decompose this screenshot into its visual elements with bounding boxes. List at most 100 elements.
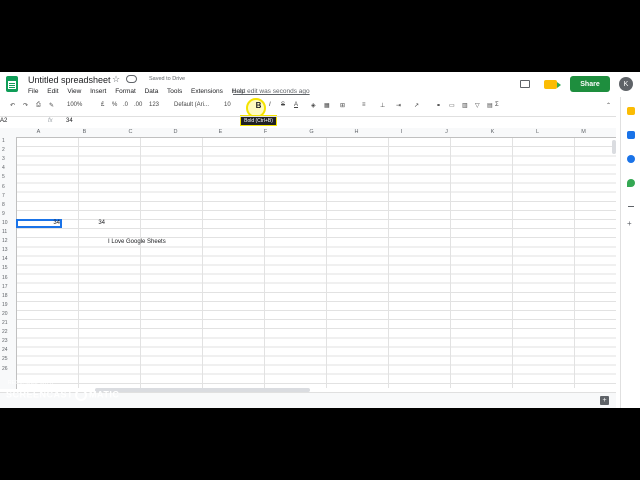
vertical-align-icon[interactable]: ⊥ [380,102,385,109]
row-header-7[interactable]: 7 [2,193,14,199]
row-header-1[interactable]: 1 [2,138,14,144]
row-header-20[interactable]: 20 [2,311,14,317]
column-header-e[interactable]: E [198,129,243,135]
row-header-21[interactable]: 21 [2,320,14,326]
column-header-h[interactable]: H [334,129,379,135]
row-header-25[interactable]: 25 [2,356,14,362]
menu-tools[interactable]: Tools [167,88,182,95]
paint-format-icon[interactable]: ✎ [49,102,54,109]
row-header-12[interactable]: 12 [2,238,14,244]
cell-C4[interactable]: I Love Google Sheets [108,239,166,245]
text-color-button[interactable]: A [294,102,298,108]
row-header-19[interactable]: 19 [2,302,14,308]
print-icon[interactable]: ⎙ [36,102,41,109]
strikethrough-button[interactable]: S [281,102,285,108]
cloud-saved-icon [126,75,137,83]
row-header-16[interactable]: 16 [2,275,14,281]
text-rotation-icon[interactable]: ↗ [414,102,419,109]
column-header-i[interactable]: I [379,129,424,135]
divider [628,206,634,207]
row-header-9[interactable]: 9 [2,211,14,217]
column-header-f[interactable]: F [243,129,288,135]
menu-file[interactable]: File [28,88,38,95]
insert-comment-icon[interactable]: ▭ [449,102,455,109]
row-header-17[interactable]: 17 [2,284,14,290]
comment-icon[interactable] [520,80,530,88]
currency-button[interactable]: £ [101,102,104,108]
row-header-8[interactable]: 8 [2,202,14,208]
cell-B2[interactable]: 34 [62,220,105,226]
percent-button[interactable]: % [112,102,117,108]
row-header-6[interactable]: 6 [2,184,14,190]
row-header-22[interactable]: 22 [2,329,14,335]
row-header-5[interactable]: 5 [2,174,14,180]
vertical-scrollbar[interactable] [612,140,616,154]
collapse-toolbar-icon[interactable]: ⌃ [606,102,611,109]
column-header-a[interactable]: A [16,129,61,135]
column-header-l[interactable]: L [515,129,560,135]
filter-views-icon[interactable]: ▤ [487,102,493,109]
sheets-logo-icon[interactable] [6,76,18,92]
star-icon[interactable]: ☆ [112,74,120,85]
text-wrap-icon[interactable]: ⇥ [396,102,401,109]
zoom-select[interactable]: 100% [67,102,82,108]
row-header-24[interactable]: 24 [2,347,14,353]
row-header-15[interactable]: 15 [2,265,14,271]
column-header-d[interactable]: D [153,129,198,135]
row-header-10[interactable]: 10 [2,220,14,226]
insert-chart-icon[interactable]: ▥ [462,102,468,109]
menu-edit[interactable]: Edit [47,88,58,95]
add-on-icon[interactable]: + [627,220,635,228]
font-size-select[interactable]: 10 [224,102,231,108]
row-header-13[interactable]: 13 [2,247,14,253]
increase-decimal-button[interactable]: .00 [134,102,142,108]
avatar[interactable]: K [619,77,633,91]
formula-input[interactable]: 34 [66,118,73,124]
explore-icon[interactable]: + [600,396,609,405]
document-title[interactable]: Untitled spreadsheet [28,75,111,85]
font-select[interactable]: Default (Ari... [174,102,209,108]
contacts-icon[interactable] [627,155,635,163]
link-icon[interactable]: ⚭ [436,102,441,109]
cell-grid[interactable] [0,128,616,388]
row-header-11[interactable]: 11 [2,229,14,235]
column-header-c[interactable]: C [108,129,153,135]
redo-icon[interactable]: ↷ [23,102,28,109]
row-header-14[interactable]: 14 [2,256,14,262]
decrease-decimal-button[interactable]: .0 [123,102,128,108]
last-edit-link[interactable]: Last edit was seconds ago [233,88,310,95]
row-header-2[interactable]: 2 [2,147,14,153]
row-header-3[interactable]: 3 [2,156,14,162]
menu-view[interactable]: View [67,88,81,95]
column-header-b[interactable]: B [62,129,107,135]
meet-icon[interactable] [544,80,561,89]
column-header-m[interactable]: M [561,129,606,135]
borders-icon[interactable]: ▦ [324,102,330,109]
row-header-23[interactable]: 23 [2,338,14,344]
menu-data[interactable]: Data [145,88,159,95]
row-header-18[interactable]: 18 [2,293,14,299]
column-header-g[interactable]: G [289,129,334,135]
keep-icon[interactable] [627,107,635,115]
name-box[interactable]: A2 [0,118,7,124]
fill-color-icon[interactable]: ◈ [311,102,316,109]
share-button[interactable]: Share [570,76,610,92]
merge-cells-icon[interactable]: ⊞ [340,102,345,109]
italic-button[interactable]: I [269,102,271,108]
undo-icon[interactable]: ↶ [10,102,15,109]
horizontal-align-icon[interactable]: ≡ [362,102,366,108]
more-formats-button[interactable]: 123 [149,102,159,108]
row-header-4[interactable]: 4 [2,165,14,171]
filter-icon[interactable]: ▽ [475,102,480,109]
row-header-26[interactable]: 26 [2,366,14,372]
column-header-k[interactable]: K [470,129,515,135]
column-header-j[interactable]: J [424,129,469,135]
bold-button[interactable]: B [253,101,264,114]
cell-A2[interactable]: 34 [16,220,60,226]
menu-extensions[interactable]: Extensions [191,88,223,95]
menu-insert[interactable]: Insert [90,88,106,95]
tasks-icon[interactable] [627,131,635,139]
menu-format[interactable]: Format [115,88,136,95]
maps-icon[interactable] [627,179,635,187]
functions-icon[interactable]: Σ [495,102,499,108]
